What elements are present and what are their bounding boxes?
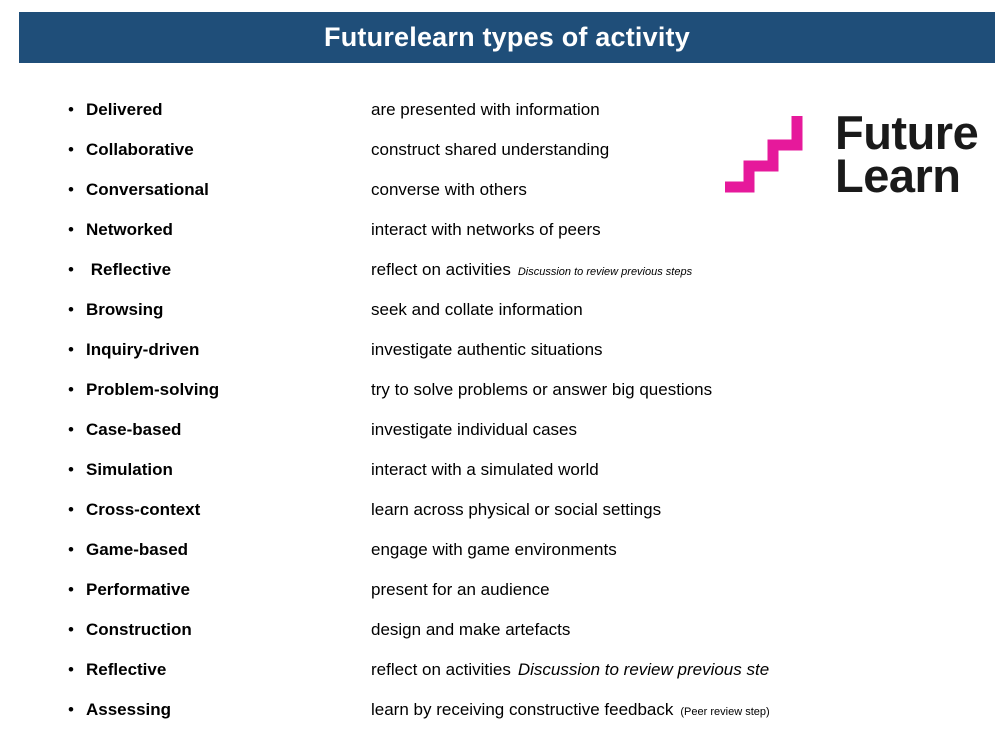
activity-row: • Inquiry-driven investigate authentic sit… bbox=[62, 340, 992, 380]
activity-description: engage with game environments bbox=[371, 540, 992, 560]
activity-description-text: are presented with information bbox=[371, 100, 600, 119]
activity-description: converse with others bbox=[371, 180, 992, 200]
activity-description-text: investigate individual cases bbox=[371, 420, 578, 439]
activity-description-text: design and make artefacts bbox=[371, 620, 571, 639]
activity-description: learn by receiving constructive feedback… bbox=[371, 700, 992, 720]
bullet-icon: • bbox=[68, 580, 74, 599]
activity-note: Discussion to review previous steps bbox=[517, 266, 693, 278]
activity-description-text: interact with networks of peers bbox=[371, 220, 601, 239]
activity-term: Construction bbox=[86, 620, 192, 639]
bullet-icon: • bbox=[68, 140, 74, 159]
activity-description: are presented with information bbox=[371, 100, 992, 120]
bullet-icon: • bbox=[68, 500, 74, 519]
activity-row: • Browsing seek and collate information bbox=[62, 300, 992, 340]
activity-description-text: converse with others bbox=[371, 180, 527, 199]
activity-description: construct shared understanding bbox=[371, 140, 992, 160]
bullet-icon: • bbox=[68, 300, 74, 319]
activity-description-text: interact with a simulated world bbox=[371, 460, 599, 479]
activity-term: Reflective bbox=[86, 660, 167, 679]
activity-row: • Performative present for an audience bbox=[62, 580, 992, 620]
activity-term: Simulation bbox=[86, 460, 173, 479]
activity-description: present for an audience bbox=[371, 580, 992, 600]
activity-description: interact with networks of peers bbox=[371, 220, 992, 240]
activity-term: Browsing bbox=[86, 300, 164, 319]
bullet-icon: • bbox=[68, 380, 74, 399]
activity-note: Discussion to review previous ste bbox=[517, 660, 770, 679]
activity-description: investigate individual cases bbox=[371, 420, 992, 440]
activity-description: learn across physical or social settings bbox=[371, 500, 992, 520]
activity-description-text: construct shared understanding bbox=[371, 140, 610, 159]
bullet-icon: • bbox=[68, 100, 74, 119]
activity-row: • Networked interact with networks of peer… bbox=[62, 220, 992, 260]
bullet-icon: • bbox=[68, 660, 74, 679]
activity-description-text: learn across physical or social settings bbox=[371, 500, 662, 519]
activity-description-text: learn by receiving constructive feedback bbox=[371, 700, 674, 719]
activity-row: • Reflective reflect on activities Discuss… bbox=[62, 260, 992, 300]
activity-term: Assessing bbox=[86, 700, 172, 719]
activity-row: • Problem-solving try to solve problems or… bbox=[62, 380, 992, 420]
activity-row: • Reflective reflect on activities Discussi… bbox=[62, 660, 992, 700]
activity-row: • Collaborative construct shared understan… bbox=[62, 140, 992, 180]
activity-row: • Case-based investigate individual cases bbox=[62, 420, 992, 460]
activity-row: • Simulation interact with a simulated wor… bbox=[62, 460, 992, 500]
activity-term: Conversational bbox=[86, 180, 209, 199]
activity-row: • Delivered are presented with information bbox=[62, 100, 992, 140]
activity-description: interact with a simulated world bbox=[371, 460, 992, 480]
activity-description-text: reflect on activities bbox=[371, 260, 511, 279]
activity-description-text: try to solve problems or answer big ques… bbox=[371, 380, 713, 399]
activity-row: • Assessing learn by receiving constructiv… bbox=[62, 700, 992, 740]
bullet-icon: • bbox=[68, 180, 74, 199]
activity-term: Case-based bbox=[86, 420, 182, 439]
page-title: Futurelearn types of activity bbox=[324, 22, 690, 52]
activity-description-text: reflect on activities bbox=[371, 660, 511, 679]
slide-title-banner: Futurelearn types of activity bbox=[19, 12, 995, 63]
activity-term: Problem-solving bbox=[86, 380, 220, 399]
activity-term: Reflective bbox=[86, 260, 172, 279]
activity-description-text: present for an audience bbox=[371, 580, 550, 599]
activity-term: Game-based bbox=[86, 540, 189, 559]
bullet-icon: • bbox=[68, 540, 74, 559]
bullet-icon: • bbox=[68, 260, 74, 279]
activity-row: • Game-based engage with game environments bbox=[62, 540, 992, 580]
activity-term: Collaborative bbox=[86, 140, 194, 159]
activity-description: try to solve problems or answer big ques… bbox=[371, 380, 992, 400]
bullet-icon: • bbox=[68, 620, 74, 639]
activity-description-text: investigate authentic situations bbox=[371, 340, 603, 359]
bullet-icon: • bbox=[68, 340, 74, 359]
activity-description: seek and collate information bbox=[371, 300, 992, 320]
activity-row: • Conversational converse with others bbox=[62, 180, 992, 220]
activity-description: design and make artefacts bbox=[371, 620, 992, 640]
bullet-icon: • bbox=[68, 220, 74, 239]
bullet-icon: • bbox=[68, 460, 74, 479]
activity-term: Delivered bbox=[86, 100, 163, 119]
activity-description: reflect on activities Discussion to revie… bbox=[371, 260, 992, 280]
activity-description-text: seek and collate information bbox=[371, 300, 583, 319]
bullet-icon: • bbox=[68, 420, 74, 439]
activity-term: Performative bbox=[86, 580, 190, 599]
activity-description: investigate authentic situations bbox=[371, 340, 992, 360]
activity-row: • Construction design and make artefacts bbox=[62, 620, 992, 660]
bullet-icon: • bbox=[68, 700, 74, 719]
activity-note: (Peer review step) bbox=[680, 706, 770, 718]
activity-row: • Cross-context learn across physical or s… bbox=[62, 500, 992, 540]
activity-term: Networked bbox=[86, 220, 173, 239]
activity-description: reflect on activities Discussion to revie… bbox=[371, 660, 992, 680]
activity-description-text: engage with game environments bbox=[371, 540, 617, 559]
activity-term: Inquiry-driven bbox=[86, 340, 200, 359]
activity-term: Cross-context bbox=[86, 500, 201, 519]
activity-list: • Delivered are presented with information… bbox=[62, 100, 992, 740]
